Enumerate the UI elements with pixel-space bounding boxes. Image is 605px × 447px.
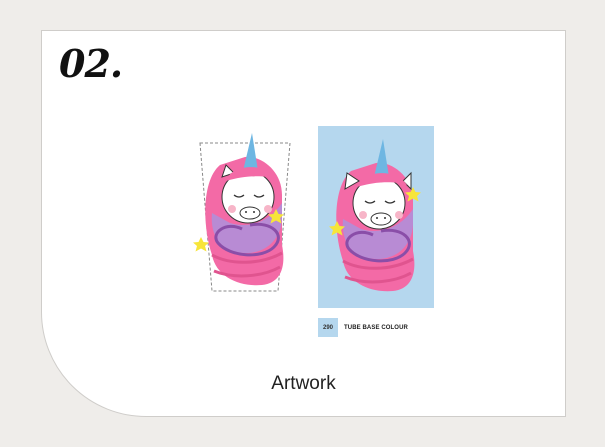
unicorn-artwork-dieline bbox=[193, 133, 291, 292]
swatch-label: TUBE BASE COLOUR bbox=[344, 324, 408, 331]
unicorn-artwork-on-tube bbox=[329, 139, 421, 292]
colour-swatch: 290 bbox=[318, 318, 338, 337]
step-number: 02. bbox=[59, 41, 123, 86]
unicorn-illustration bbox=[193, 133, 284, 286]
swatch-code: 290 bbox=[322, 324, 333, 331]
tube-base-panel bbox=[318, 126, 434, 308]
colour-swatch-row: 290 TUBE BASE COLOUR bbox=[318, 318, 408, 337]
artwork-card: 02. 290 TUBE BASE COLOUR Artwork bbox=[41, 30, 566, 417]
caption: Artwork bbox=[271, 373, 336, 394]
